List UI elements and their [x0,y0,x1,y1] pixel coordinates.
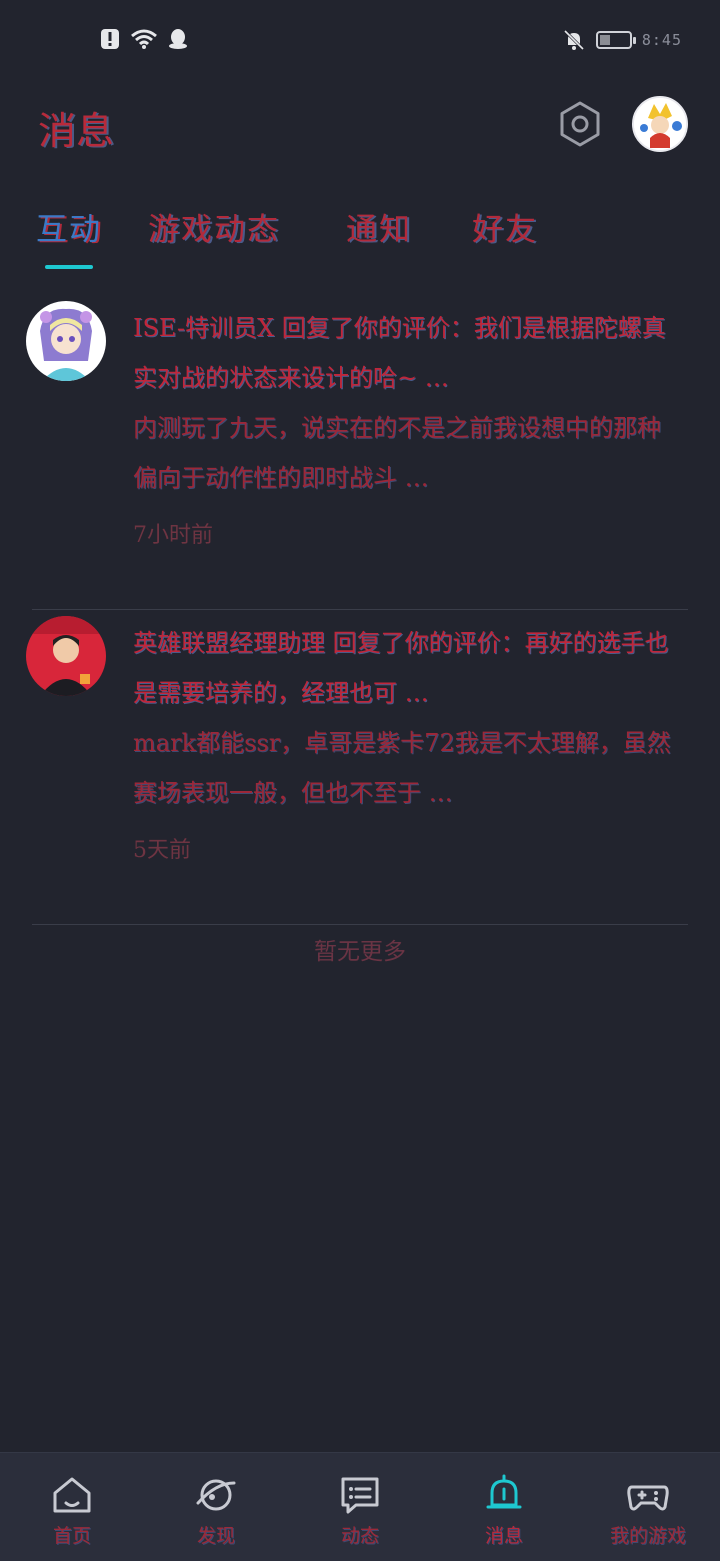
battery-level [599,35,611,45]
chat-icon [341,1477,379,1514]
avatar-image [634,98,686,150]
avatar-image [26,301,106,381]
gamepad-icon [627,1485,669,1511]
tab-friends[interactable]: 好友 [472,204,538,249]
page-title: 消息 [38,109,115,153]
message-time: 7小时前 [133,523,213,548]
tab-interaction[interactable]: 互动 [36,204,102,249]
status-time: 8:45 [641,31,682,49]
nav-my-games[interactable]: 我的游戏 [576,1453,720,1561]
header: 消息 [0,90,720,170]
status-right-icons: 8:45 [562,28,682,52]
profile-avatar[interactable] [632,96,688,152]
settings-icon [560,101,600,147]
message-item[interactable]: 英雄联盟经理助理 回复了你的评价：再好的选手也是需要培养的，经理也可 … mar… [0,610,720,925]
tab-game-news[interactable]: 游戏动态 [148,204,280,249]
nav-label: 我的游戏 [609,1525,686,1547]
nav-label: 消息 [484,1525,523,1547]
avatar[interactable] [26,616,106,696]
avatar-image [26,616,106,696]
planet-icon [196,1479,236,1511]
bell-icon [486,1474,522,1509]
qq-icon [169,29,187,49]
tab-bar: 互动 游戏动态 通知 好友 [0,200,720,280]
wifi-icon [131,29,157,49]
bottom-nav: 首页 发现 动态 消息 我的游戏 [0,1452,720,1561]
nav-label: 发现 [196,1525,235,1547]
message-list: ISE-特训员X 回复了你的评价：我们是根据陀螺真实对战的状态来设计的哈~ … … [0,295,720,925]
status-bar: 8:45 [0,0,720,80]
tab-notifications[interactable]: 通知 [346,204,412,249]
nav-home[interactable]: 首页 [0,1453,144,1561]
nav-label: 首页 [52,1525,91,1547]
settings-button[interactable] [556,100,604,148]
tab-indicator [45,265,93,269]
alert-icon [101,29,119,49]
nav-discover[interactable]: 发现 [144,1453,288,1561]
status-left-icons [100,28,188,50]
nav-messages[interactable]: 消息 [432,1453,576,1561]
message-title: 英雄联盟经理助理 回复了你的评价：再好的选手也是需要培养的，经理也可 … [133,629,669,707]
battery-icon [595,31,636,49]
message-time: 5天前 [133,838,191,863]
message-preview: mark都能ssr，卓哥是紫卡72我是不太理解，虽然赛场表现一般，但也不至于 … [133,729,671,807]
message-preview: 内测玩了九天，说实在的不是之前我设想中的那种偏向于动作性的即时战斗 … [133,414,661,492]
nav-label: 动态 [340,1525,379,1547]
mute-bell-icon [563,29,584,51]
nav-feed[interactable]: 动态 [288,1453,432,1561]
list-footer: 暂无更多 [314,939,406,965]
message-item[interactable]: ISE-特训员X 回复了你的评价：我们是根据陀螺真实对战的状态来设计的哈~ … … [0,295,720,610]
home-icon [53,1477,91,1513]
divider [32,924,688,925]
avatar[interactable] [26,301,106,381]
message-title: ISE-特训员X 回复了你的评价：我们是根据陀螺真实对战的状态来设计的哈~ … [133,314,666,392]
